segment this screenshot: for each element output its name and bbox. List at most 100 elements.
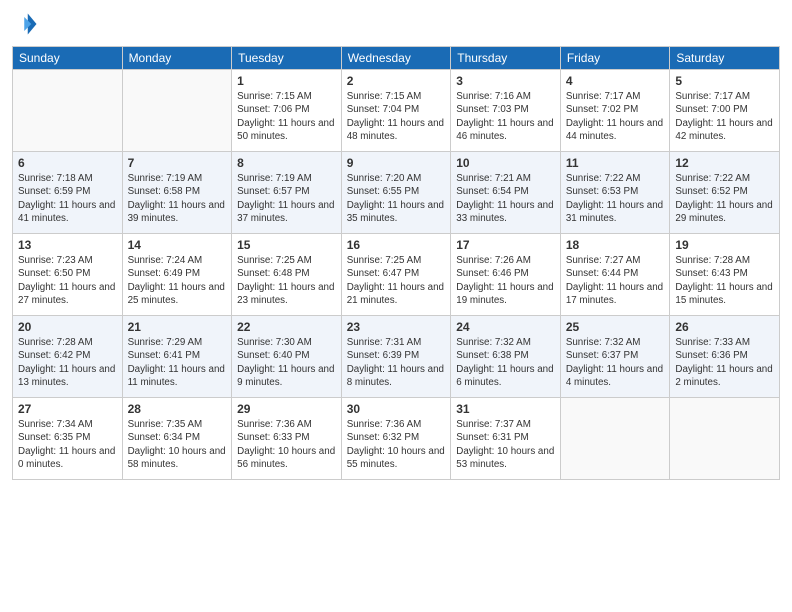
day-info: Sunrise: 7:19 AM Sunset: 6:58 PM Dayligh…: [128, 172, 227, 225]
calendar-cell: 16Sunrise: 7:25 AM Sunset: 6:47 PM Dayli…: [341, 234, 451, 316]
calendar-cell: [560, 398, 670, 480]
day-number: 13: [18, 237, 117, 253]
day-info: Sunrise: 7:22 AM Sunset: 6:53 PM Dayligh…: [566, 172, 665, 225]
day-number: 19: [675, 237, 774, 253]
day-number: 5: [675, 73, 774, 89]
day-info: Sunrise: 7:20 AM Sunset: 6:55 PM Dayligh…: [347, 172, 446, 225]
day-number: 1: [237, 73, 336, 89]
day-number: 4: [566, 73, 665, 89]
day-number: 8: [237, 155, 336, 171]
calendar-cell: 8Sunrise: 7:19 AM Sunset: 6:57 PM Daylig…: [232, 152, 342, 234]
calendar-cell: 14Sunrise: 7:24 AM Sunset: 6:49 PM Dayli…: [122, 234, 232, 316]
day-info: Sunrise: 7:26 AM Sunset: 6:46 PM Dayligh…: [456, 254, 555, 307]
calendar-week-4: 20Sunrise: 7:28 AM Sunset: 6:42 PM Dayli…: [13, 316, 780, 398]
weekday-header-thursday: Thursday: [451, 47, 561, 70]
day-info: Sunrise: 7:32 AM Sunset: 6:37 PM Dayligh…: [566, 336, 665, 389]
day-number: 20: [18, 319, 117, 335]
calendar-header-row: SundayMondayTuesdayWednesdayThursdayFrid…: [13, 47, 780, 70]
calendar-week-5: 27Sunrise: 7:34 AM Sunset: 6:35 PM Dayli…: [13, 398, 780, 480]
day-number: 12: [675, 155, 774, 171]
day-info: Sunrise: 7:27 AM Sunset: 6:44 PM Dayligh…: [566, 254, 665, 307]
header: [12, 10, 780, 38]
calendar-cell: 24Sunrise: 7:32 AM Sunset: 6:38 PM Dayli…: [451, 316, 561, 398]
logo-icon: [12, 10, 40, 38]
day-info: Sunrise: 7:25 AM Sunset: 6:47 PM Dayligh…: [347, 254, 446, 307]
day-info: Sunrise: 7:22 AM Sunset: 6:52 PM Dayligh…: [675, 172, 774, 225]
calendar-cell: 23Sunrise: 7:31 AM Sunset: 6:39 PM Dayli…: [341, 316, 451, 398]
calendar-cell: 7Sunrise: 7:19 AM Sunset: 6:58 PM Daylig…: [122, 152, 232, 234]
calendar-cell: [122, 70, 232, 152]
day-number: 21: [128, 319, 227, 335]
day-info: Sunrise: 7:17 AM Sunset: 7:02 PM Dayligh…: [566, 90, 665, 143]
day-info: Sunrise: 7:35 AM Sunset: 6:34 PM Dayligh…: [128, 418, 227, 471]
day-number: 3: [456, 73, 555, 89]
day-info: Sunrise: 7:29 AM Sunset: 6:41 PM Dayligh…: [128, 336, 227, 389]
day-info: Sunrise: 7:16 AM Sunset: 7:03 PM Dayligh…: [456, 90, 555, 143]
calendar-cell: [13, 70, 123, 152]
day-number: 6: [18, 155, 117, 171]
day-info: Sunrise: 7:30 AM Sunset: 6:40 PM Dayligh…: [237, 336, 336, 389]
page: SundayMondayTuesdayWednesdayThursdayFrid…: [0, 0, 792, 612]
day-info: Sunrise: 7:36 AM Sunset: 6:33 PM Dayligh…: [237, 418, 336, 471]
day-info: Sunrise: 7:33 AM Sunset: 6:36 PM Dayligh…: [675, 336, 774, 389]
day-number: 22: [237, 319, 336, 335]
day-info: Sunrise: 7:34 AM Sunset: 6:35 PM Dayligh…: [18, 418, 117, 471]
day-number: 25: [566, 319, 665, 335]
day-info: Sunrise: 7:15 AM Sunset: 7:06 PM Dayligh…: [237, 90, 336, 143]
calendar-cell: 15Sunrise: 7:25 AM Sunset: 6:48 PM Dayli…: [232, 234, 342, 316]
calendar-cell: 5Sunrise: 7:17 AM Sunset: 7:00 PM Daylig…: [670, 70, 780, 152]
weekday-header-sunday: Sunday: [13, 47, 123, 70]
logo: [12, 10, 44, 38]
calendar-cell: 10Sunrise: 7:21 AM Sunset: 6:54 PM Dayli…: [451, 152, 561, 234]
day-number: 2: [347, 73, 446, 89]
day-info: Sunrise: 7:15 AM Sunset: 7:04 PM Dayligh…: [347, 90, 446, 143]
day-info: Sunrise: 7:25 AM Sunset: 6:48 PM Dayligh…: [237, 254, 336, 307]
calendar-cell: 31Sunrise: 7:37 AM Sunset: 6:31 PM Dayli…: [451, 398, 561, 480]
calendar-cell: 28Sunrise: 7:35 AM Sunset: 6:34 PM Dayli…: [122, 398, 232, 480]
calendar-cell: 22Sunrise: 7:30 AM Sunset: 6:40 PM Dayli…: [232, 316, 342, 398]
day-number: 9: [347, 155, 446, 171]
calendar-cell: 1Sunrise: 7:15 AM Sunset: 7:06 PM Daylig…: [232, 70, 342, 152]
calendar-cell: 13Sunrise: 7:23 AM Sunset: 6:50 PM Dayli…: [13, 234, 123, 316]
day-number: 17: [456, 237, 555, 253]
day-info: Sunrise: 7:31 AM Sunset: 6:39 PM Dayligh…: [347, 336, 446, 389]
calendar-cell: 11Sunrise: 7:22 AM Sunset: 6:53 PM Dayli…: [560, 152, 670, 234]
day-number: 10: [456, 155, 555, 171]
day-info: Sunrise: 7:32 AM Sunset: 6:38 PM Dayligh…: [456, 336, 555, 389]
calendar-cell: 9Sunrise: 7:20 AM Sunset: 6:55 PM Daylig…: [341, 152, 451, 234]
calendar-cell: 21Sunrise: 7:29 AM Sunset: 6:41 PM Dayli…: [122, 316, 232, 398]
day-number: 18: [566, 237, 665, 253]
day-number: 11: [566, 155, 665, 171]
calendar-cell: 4Sunrise: 7:17 AM Sunset: 7:02 PM Daylig…: [560, 70, 670, 152]
day-number: 24: [456, 319, 555, 335]
weekday-header-monday: Monday: [122, 47, 232, 70]
calendar-cell: 26Sunrise: 7:33 AM Sunset: 6:36 PM Dayli…: [670, 316, 780, 398]
day-number: 16: [347, 237, 446, 253]
day-number: 15: [237, 237, 336, 253]
weekday-header-saturday: Saturday: [670, 47, 780, 70]
day-info: Sunrise: 7:36 AM Sunset: 6:32 PM Dayligh…: [347, 418, 446, 471]
calendar-week-1: 1Sunrise: 7:15 AM Sunset: 7:06 PM Daylig…: [13, 70, 780, 152]
day-info: Sunrise: 7:28 AM Sunset: 6:42 PM Dayligh…: [18, 336, 117, 389]
calendar-week-3: 13Sunrise: 7:23 AM Sunset: 6:50 PM Dayli…: [13, 234, 780, 316]
day-info: Sunrise: 7:37 AM Sunset: 6:31 PM Dayligh…: [456, 418, 555, 471]
calendar-week-2: 6Sunrise: 7:18 AM Sunset: 6:59 PM Daylig…: [13, 152, 780, 234]
day-info: Sunrise: 7:18 AM Sunset: 6:59 PM Dayligh…: [18, 172, 117, 225]
day-info: Sunrise: 7:28 AM Sunset: 6:43 PM Dayligh…: [675, 254, 774, 307]
day-info: Sunrise: 7:23 AM Sunset: 6:50 PM Dayligh…: [18, 254, 117, 307]
calendar-cell: 3Sunrise: 7:16 AM Sunset: 7:03 PM Daylig…: [451, 70, 561, 152]
day-number: 14: [128, 237, 227, 253]
day-info: Sunrise: 7:24 AM Sunset: 6:49 PM Dayligh…: [128, 254, 227, 307]
day-number: 26: [675, 319, 774, 335]
calendar-cell: 20Sunrise: 7:28 AM Sunset: 6:42 PM Dayli…: [13, 316, 123, 398]
day-number: 30: [347, 401, 446, 417]
day-info: Sunrise: 7:17 AM Sunset: 7:00 PM Dayligh…: [675, 90, 774, 143]
calendar-cell: 27Sunrise: 7:34 AM Sunset: 6:35 PM Dayli…: [13, 398, 123, 480]
calendar-cell: 6Sunrise: 7:18 AM Sunset: 6:59 PM Daylig…: [13, 152, 123, 234]
calendar-cell: 18Sunrise: 7:27 AM Sunset: 6:44 PM Dayli…: [560, 234, 670, 316]
day-number: 23: [347, 319, 446, 335]
day-number: 7: [128, 155, 227, 171]
day-info: Sunrise: 7:19 AM Sunset: 6:57 PM Dayligh…: [237, 172, 336, 225]
day-number: 29: [237, 401, 336, 417]
day-info: Sunrise: 7:21 AM Sunset: 6:54 PM Dayligh…: [456, 172, 555, 225]
